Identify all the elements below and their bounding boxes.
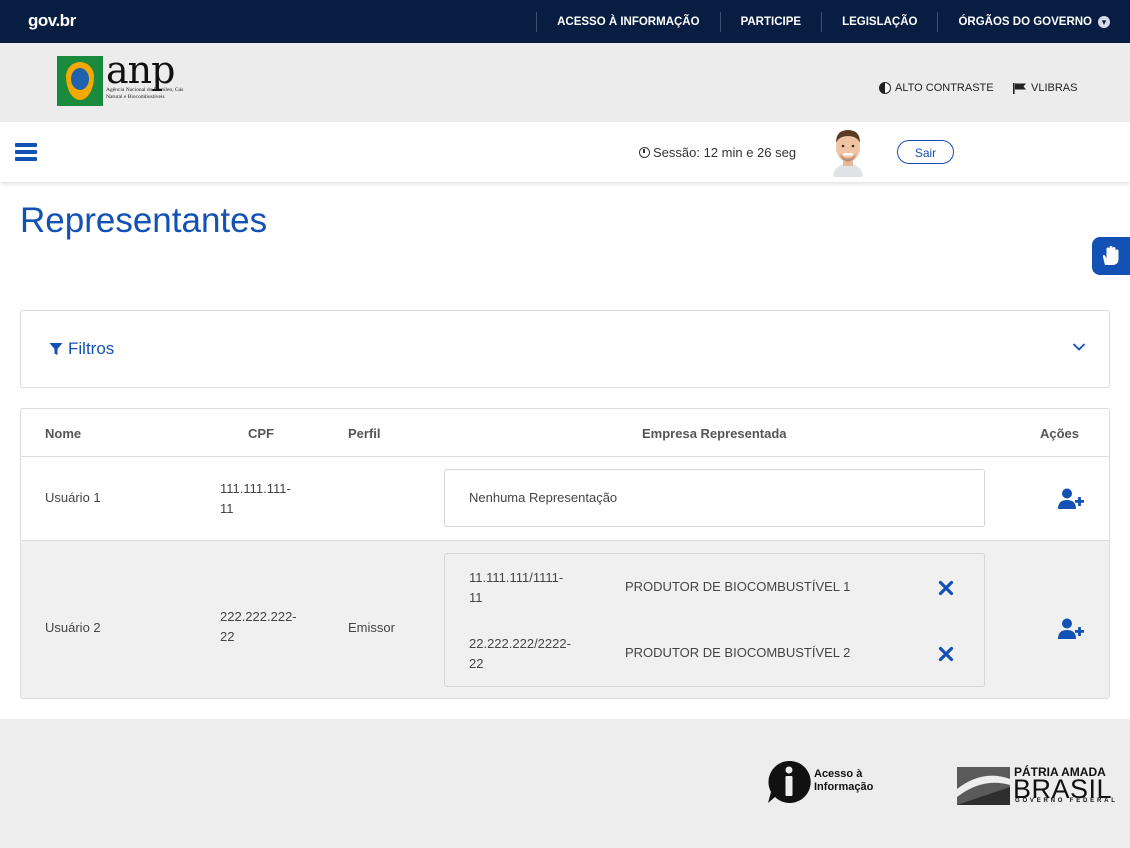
table-row: Usuário 2 222.222.222- 22 Emissor 11.111… — [21, 541, 1109, 698]
cpf-line: 222.222.222- — [220, 609, 297, 624]
govbr-logo[interactable]: gov.br — [28, 11, 76, 31]
filters-panel[interactable]: Filtros — [20, 310, 1110, 388]
contrast-icon — [879, 82, 891, 94]
column-header-empresa[interactable]: Empresa Representada — [642, 426, 787, 441]
alto-contraste-button[interactable]: ALTO CONTRASTE — [879, 82, 994, 94]
cell-cpf: 111.111.111- 11 — [220, 479, 291, 519]
nav-label: ACESSO À INFORMAÇÃO — [557, 15, 700, 28]
govbr-bar: gov.br ACESSO À INFORMAÇÃO PARTICIPE LEG… — [0, 0, 1130, 43]
filter-icon — [49, 343, 63, 355]
nav-legislacao[interactable]: LEGISLAÇÃO — [821, 11, 937, 32]
empresa-box: Nenhuma Representação — [444, 469, 985, 527]
site-header: anp Agência Nacional do Petróleo, Gás Na… — [0, 43, 1130, 122]
acesso-informacao-logo[interactable]: Acesso à Informação — [767, 760, 887, 806]
column-header-acoes: Ações — [1040, 426, 1080, 441]
nav-label: LEGISLAÇÃO — [842, 15, 918, 28]
close-icon[interactable] — [938, 646, 954, 662]
patria-amada-brasil-logo: PÁTRIA AMADA BRASIL GOVERNO FEDERAL — [957, 765, 1115, 807]
cpf-line: 22 — [220, 629, 235, 644]
anp-drop-icon — [57, 56, 103, 106]
session-timer: Sessão: 12 min e 26 seg — [639, 145, 796, 160]
nav-orgaos-governo[interactable]: ÓRGÃOS DO GOVERNO ▾ — [937, 11, 1130, 32]
nav-acesso-informacao[interactable]: ACESSO À INFORMAÇÃO — [536, 11, 719, 32]
session-text: Sessão: 12 min e 26 seg — [653, 145, 797, 160]
logout-button[interactable]: Sair — [897, 140, 954, 164]
cnpj-line: 11 — [469, 590, 483, 605]
footer: Acesso à Informação PÁTRIA AMADA BRASIL … — [0, 719, 1130, 848]
empresa-nome: PRODUTOR DE BIOCOMBUSTÍVEL 2 — [625, 645, 851, 660]
avatar[interactable] — [829, 127, 867, 177]
empresa-cnpj: 22.222.222/2222- 22 — [469, 634, 571, 674]
flag-icon — [1013, 82, 1026, 94]
anp-logo-subtitle: Agência Nacional do Petróleo, Gás Natura… — [106, 87, 184, 100]
chevron-down-icon: ▾ — [1098, 15, 1110, 28]
add-user-icon[interactable] — [1058, 488, 1084, 510]
cpf-line: 11 — [220, 501, 234, 516]
alto-contraste-label: ALTO CONTRASTE — [895, 82, 994, 94]
empresa-box: 11.111.111/1111- 11 PRODUTOR DE BIOCOMBU… — [444, 553, 985, 687]
cnpj-line: 22 — [469, 656, 484, 671]
vlibras-label: VLIBRAS — [1031, 82, 1078, 94]
column-header-nome[interactable]: Nome — [45, 426, 81, 441]
clock-icon — [639, 147, 650, 158]
empresa-vazia: Nenhuma Representação — [469, 490, 618, 505]
empresa-cnpj: 11.111.111/1111- 11 — [469, 568, 563, 608]
cnpj-line: 11.111.111/1111- — [469, 570, 564, 585]
chevron-down-icon[interactable] — [1071, 339, 1087, 355]
cell-perfil: Emissor — [348, 620, 395, 635]
column-header-cpf[interactable]: CPF — [248, 426, 274, 441]
cell-cpf: 222.222.222- 22 — [220, 607, 297, 647]
govbr-nav: ACESSO À INFORMAÇÃO PARTICIPE LEGISLAÇÃO… — [536, 0, 1130, 43]
hand-icon — [1102, 246, 1119, 265]
anp-logo-name: anp — [106, 48, 175, 92]
patria-line3: GOVERNO FEDERAL — [1015, 798, 1118, 804]
info-icon — [768, 760, 811, 803]
acesso-line: Informação — [814, 781, 874, 793]
anp-logo[interactable]: anp Agência Nacional do Petróleo, Gás Na… — [57, 48, 183, 108]
cnpj-line: 22.222.222/2222- — [469, 636, 571, 651]
hamburger-icon[interactable] — [15, 143, 37, 161]
empresa-nome: PRODUTOR DE BIOCOMBUSTÍVEL 1 — [625, 579, 851, 594]
representantes-table: Nome CPF Perfil Empresa Representada Açõ… — [20, 408, 1110, 699]
vlibras-link[interactable]: VLIBRAS — [1013, 82, 1077, 94]
vlibras-floating-button[interactable] — [1092, 237, 1130, 275]
nav-label: PARTICIPE — [740, 15, 802, 28]
acesso-informacao-text: Acesso à Informação — [814, 768, 873, 794]
cell-nome: Usuário 1 — [45, 490, 101, 505]
filters-toggle[interactable]: Filtros — [49, 339, 114, 359]
app-bar: Sessão: 12 min e 26 seg Sair — [0, 122, 1130, 182]
nav-label: ÓRGÃOS DO GOVERNO — [958, 15, 1092, 28]
nav-participe[interactable]: PARTICIPE — [719, 11, 822, 32]
add-user-icon[interactable] — [1058, 618, 1084, 640]
page-title: Representantes — [20, 201, 268, 240]
acesso-line: Acesso à — [814, 768, 863, 780]
column-header-perfil[interactable]: Perfil — [348, 426, 381, 441]
close-icon[interactable] — [938, 580, 954, 596]
table-row: Usuário 1 111.111.111- 11 Nenhuma Repres… — [21, 457, 1109, 540]
cell-nome: Usuário 2 — [45, 620, 101, 635]
filters-label: Filtros — [68, 339, 115, 358]
brasil-flag-mark-icon — [957, 767, 1010, 805]
cpf-line: 111.111.111- — [220, 481, 291, 496]
